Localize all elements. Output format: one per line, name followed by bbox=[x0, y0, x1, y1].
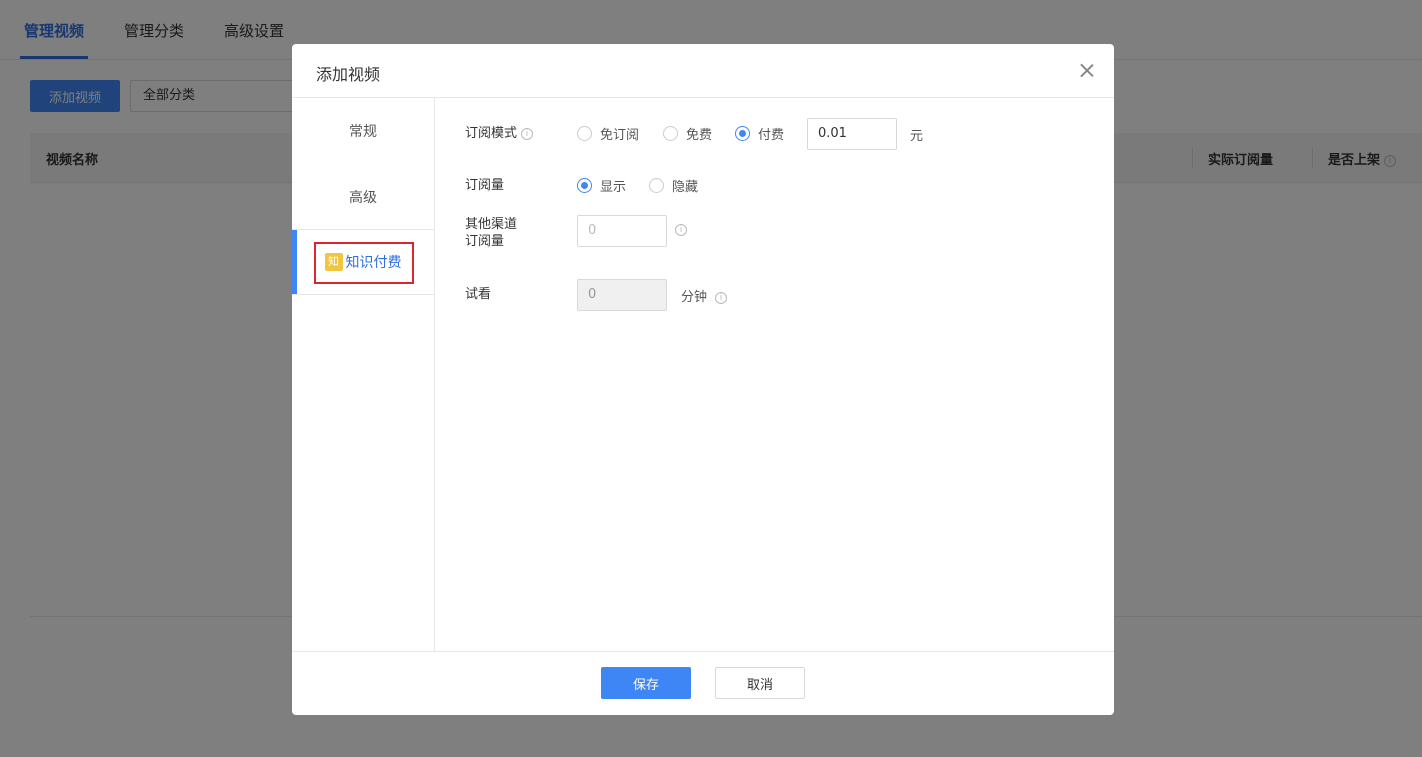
info-icon[interactable]: i bbox=[521, 127, 534, 140]
radio-circle bbox=[577, 178, 592, 193]
active-nav-indicator bbox=[292, 230, 297, 294]
paid-knowledge-form: 订阅模式 i 免订阅 免费 付费 0.01 元 订阅量 显示 隐藏 其他渠道 订阅… bbox=[435, 98, 1114, 651]
close-icon[interactable] bbox=[1076, 60, 1098, 82]
side-nav-label: 常规 bbox=[349, 124, 377, 140]
other-channel-label-line2: 订阅量 bbox=[465, 234, 505, 249]
radio-no-subscription[interactable]: 免订阅 bbox=[577, 124, 639, 143]
trial-unit: 分钟 i bbox=[681, 286, 728, 305]
price-unit: 元 bbox=[910, 129, 924, 144]
radio-label: 隐藏 bbox=[672, 180, 699, 195]
cancel-button[interactable]: 取消 bbox=[715, 667, 805, 699]
radio-hide[interactable]: 隐藏 bbox=[649, 176, 698, 195]
other-channel-label: 其他渠道 订阅量 bbox=[465, 216, 517, 250]
radio-label: 免费 bbox=[686, 128, 713, 143]
radio-label: 免订阅 bbox=[600, 128, 640, 143]
dialog-title: 添加视频 bbox=[316, 65, 381, 84]
info-icon[interactable]: i bbox=[715, 291, 728, 304]
radio-paid[interactable]: 付费 bbox=[735, 124, 784, 143]
subscription-mode-label: 订阅模式 i bbox=[465, 125, 534, 142]
highlight-box bbox=[314, 242, 414, 284]
side-nav-label: 高级 bbox=[349, 190, 377, 206]
radio-circle bbox=[649, 178, 664, 193]
dialog-side-nav: 常规 高级 知 知识付费 bbox=[292, 98, 435, 651]
radio-circle bbox=[663, 126, 678, 141]
side-nav-item-general[interactable]: 常规 bbox=[292, 98, 434, 164]
trial-unit-text: 分钟 bbox=[681, 290, 708, 305]
radio-circle bbox=[735, 126, 750, 141]
radio-label: 付费 bbox=[758, 128, 785, 143]
radio-label: 显示 bbox=[600, 180, 627, 195]
add-video-dialog: 添加视频 常规 高级 知 知识付费 订阅模式 i 免订阅 免费 付费 0.01 … bbox=[292, 44, 1114, 715]
price-input[interactable]: 0.01 bbox=[807, 118, 897, 150]
subscription-count-label: 订阅量 bbox=[465, 178, 505, 193]
subscription-mode-label-text: 订阅模式 bbox=[465, 126, 518, 141]
other-channel-label-line1: 其他渠道 bbox=[465, 217, 518, 232]
info-icon[interactable]: i bbox=[675, 224, 687, 236]
other-channel-input[interactable]: 0 bbox=[577, 215, 667, 247]
save-button[interactable]: 保存 bbox=[601, 667, 691, 699]
side-nav-item-advanced[interactable]: 高级 bbox=[292, 164, 434, 230]
dialog-footer: 保存 取消 bbox=[292, 651, 1114, 715]
radio-show[interactable]: 显示 bbox=[577, 176, 626, 195]
radio-free[interactable]: 免费 bbox=[663, 124, 712, 143]
radio-circle bbox=[577, 126, 592, 141]
trial-duration-input[interactable]: 0 bbox=[577, 279, 667, 311]
trial-label: 试看 bbox=[465, 287, 492, 302]
side-nav-item-paid-knowledge[interactable]: 知 知识付费 bbox=[292, 229, 434, 295]
dialog-header: 添加视频 bbox=[292, 44, 1114, 98]
